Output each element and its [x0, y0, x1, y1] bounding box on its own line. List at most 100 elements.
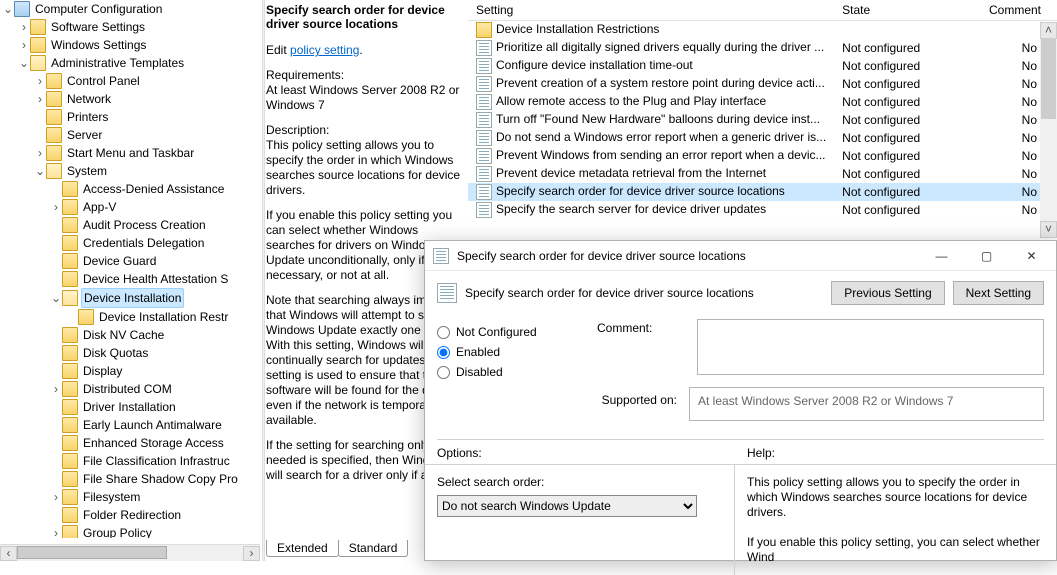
col-comment[interactable]: Comment — [954, 0, 1057, 21]
scroll-thumb[interactable] — [1041, 39, 1056, 119]
edit-policy-link[interactable]: policy setting — [290, 43, 359, 57]
tree-twisty[interactable]: ⌄ — [34, 162, 46, 180]
folder-icon — [46, 163, 62, 179]
scroll-down-icon[interactable]: ˅ — [1040, 221, 1057, 238]
tree-root[interactable]: Computer Configuration — [33, 0, 164, 18]
tree-item[interactable]: Server — [65, 126, 104, 144]
tree-item[interactable]: Audit Process Creation — [81, 216, 208, 234]
tree-item[interactable]: File Classification Infrastruc — [81, 452, 232, 470]
list-row[interactable]: Do not send a Windows error report when … — [468, 129, 1057, 147]
list-row[interactable]: Turn off "Found New Hardware" balloons d… — [468, 111, 1057, 129]
list-row[interactable]: Prevent device metadata retrieval from t… — [468, 165, 1057, 183]
tree-item[interactable]: System — [65, 162, 109, 180]
policy-icon — [476, 148, 492, 164]
maximize-button[interactable]: ▢ — [964, 242, 1009, 270]
minimize-button[interactable]: — — [919, 242, 964, 270]
scroll-right-icon[interactable]: › — [243, 546, 260, 561]
tree-item[interactable]: Device Health Attestation S — [81, 270, 230, 288]
tree-item[interactable]: Folder Redirection — [81, 506, 183, 524]
tree-twisty[interactable]: ⌄ — [2, 0, 14, 18]
folder-icon — [62, 471, 78, 487]
col-setting[interactable]: Setting — [468, 0, 834, 21]
list-vscrollbar[interactable]: ˄ ˅ — [1040, 22, 1057, 238]
tree-twisty[interactable]: ⌄ — [50, 289, 62, 307]
tree-twisty[interactable]: › — [50, 524, 62, 538]
radio-input[interactable] — [437, 346, 450, 359]
tree-item[interactable]: App-V — [81, 198, 118, 216]
tree-item[interactable]: Enhanced Storage Access — [81, 434, 226, 452]
tree-item[interactable]: Credentials Delegation — [81, 234, 206, 252]
tree-twisty[interactable]: › — [50, 198, 62, 216]
tree-item[interactable]: Group Policy — [81, 524, 154, 538]
tree-item[interactable]: File Share Shadow Copy Pro — [81, 470, 240, 488]
previous-setting-button[interactable]: Previous Setting — [831, 281, 944, 305]
tree-twisty[interactable]: › — [34, 90, 46, 108]
tree-twisty[interactable]: › — [50, 380, 62, 398]
radio-enabled[interactable]: Enabled — [437, 345, 597, 359]
tree-item[interactable]: Windows Settings — [49, 36, 148, 54]
tree-item[interactable]: Driver Installation — [81, 398, 178, 416]
tree-item[interactable]: Network — [65, 90, 113, 108]
tree-item[interactable]: Software Settings — [49, 18, 147, 36]
folder-icon — [46, 127, 62, 143]
radio-not-configured[interactable]: Not Configured — [437, 325, 597, 339]
list-row[interactable]: Prevent creation of a system restore poi… — [468, 75, 1057, 93]
list-row[interactable]: Prevent Windows from sending an error re… — [468, 147, 1057, 165]
next-setting-button[interactable]: Next Setting — [953, 281, 1044, 305]
tree-twisty[interactable]: › — [18, 36, 30, 54]
tree-item[interactable]: Early Launch Antimalware — [81, 416, 224, 434]
dialog-titlebar[interactable]: Specify search order for device driver s… — [425, 241, 1056, 271]
tree-item[interactable]: Printers — [65, 108, 110, 126]
tab-extended[interactable]: Extended — [266, 540, 339, 557]
row-setting: Specify search order for device driver s… — [496, 184, 785, 198]
tree-item[interactable]: Filesystem — [81, 488, 142, 506]
folder-icon — [62, 417, 78, 433]
tree-item[interactable]: Distributed COM — [81, 380, 174, 398]
list-row[interactable]: Device Installation Restrictions — [468, 21, 1057, 40]
tree-item[interactable]: Device Installation Restr — [97, 308, 230, 326]
policy-icon — [476, 76, 492, 92]
tab-standard[interactable]: Standard — [338, 540, 409, 557]
tree-twisty[interactable]: › — [34, 144, 46, 162]
folder-icon — [62, 381, 78, 397]
tree-item[interactable]: Access-Denied Assistance — [81, 180, 226, 198]
tree-twisty[interactable]: › — [34, 72, 46, 90]
row-setting: Prevent device metadata retrieval from t… — [496, 166, 766, 180]
scroll-thumb[interactable] — [17, 546, 167, 559]
splitter[interactable] — [262, 0, 265, 561]
tree-twisty[interactable]: ⌄ — [18, 54, 30, 72]
tree-item[interactable]: Display — [81, 362, 124, 380]
list-row[interactable]: Specify search order for device driver s… — [468, 183, 1057, 201]
close-button[interactable]: ✕ — [1009, 242, 1054, 270]
tree-item[interactable]: Administrative Templates — [49, 54, 186, 72]
tree-item[interactable]: Start Menu and Taskbar — [65, 144, 196, 162]
select-search-order-label: Select search order: — [437, 475, 722, 489]
row-setting: Turn off "Found New Hardware" balloons d… — [496, 112, 820, 126]
list-row[interactable]: Configure device installation time-outNo… — [468, 57, 1057, 75]
tree-twisty[interactable]: › — [18, 18, 30, 36]
list-row[interactable]: Prioritize all digitally signed drivers … — [468, 39, 1057, 57]
search-order-select[interactable]: Do not search Windows Update — [437, 495, 697, 517]
col-state[interactable]: State — [834, 0, 954, 21]
policy-dialog: Specify search order for device driver s… — [424, 240, 1057, 561]
scroll-left-icon[interactable]: ‹ — [0, 546, 17, 561]
row-setting: Specify the search server for device dri… — [496, 202, 766, 216]
tree-item-selected[interactable]: Device Installation — [81, 288, 184, 308]
list-row[interactable]: Allow remote access to the Plug and Play… — [468, 93, 1057, 111]
tree-item[interactable]: Device Guard — [81, 252, 158, 270]
tree-item[interactable]: Control Panel — [65, 72, 142, 90]
folder-icon — [62, 235, 78, 251]
tree-twisty[interactable]: › — [50, 488, 62, 506]
folder-icon — [46, 91, 62, 107]
radio-input[interactable] — [437, 326, 450, 339]
detail-tabs: Extended Standard — [266, 540, 407, 557]
radio-input[interactable] — [437, 366, 450, 379]
radio-disabled[interactable]: Disabled — [437, 365, 597, 379]
tree-hscrollbar[interactable]: ‹ › — [0, 544, 260, 561]
scroll-up-icon[interactable]: ˄ — [1040, 22, 1057, 39]
comment-textbox[interactable] — [697, 319, 1044, 375]
row-state — [834, 21, 954, 40]
tree-item[interactable]: Disk Quotas — [81, 344, 150, 362]
list-row[interactable]: Specify the search server for device dri… — [468, 201, 1057, 219]
tree-item[interactable]: Disk NV Cache — [81, 326, 166, 344]
